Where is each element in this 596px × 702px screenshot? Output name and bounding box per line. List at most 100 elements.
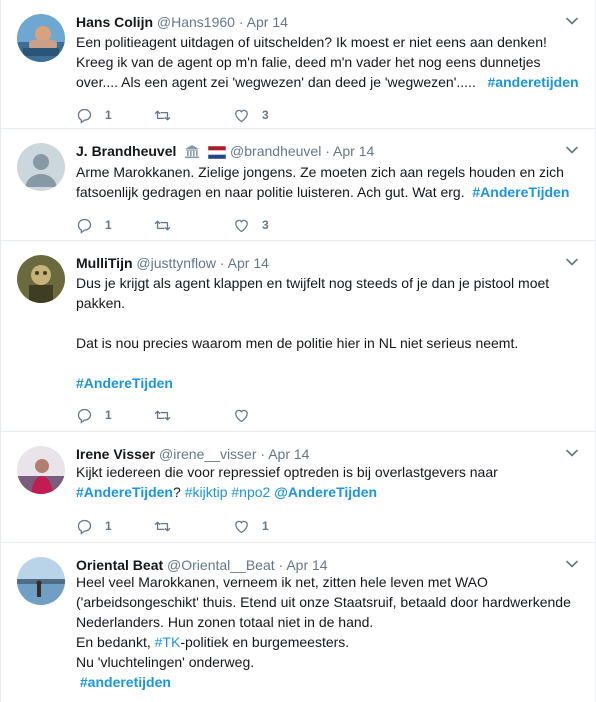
tweet-actions: 1 3 xyxy=(76,215,376,235)
like-count: 1 xyxy=(262,519,269,533)
user-handle[interactable]: @Oriental__Beat xyxy=(167,557,275,573)
user-handle[interactable]: @justtynflow xyxy=(136,255,216,271)
hashtag-link[interactable]: #AndereTijden xyxy=(76,484,173,500)
tweet-line: over.... Als een agent zei 'wegwezen' da… xyxy=(76,72,581,92)
tweet-line: Heel veel Marokkanen, verneem ik net, zi… xyxy=(76,574,488,590)
retweet-button[interactable] xyxy=(154,405,183,425)
tweet-line: Dus je krijgt als agent klappen en twijf… xyxy=(76,275,550,291)
tweet-text: Een politieagent uitdagen of uitschelden… xyxy=(76,32,581,92)
reply-icon xyxy=(77,108,92,124)
reply-count: 1 xyxy=(105,108,112,122)
like-button[interactable] xyxy=(233,405,262,425)
retweet-icon xyxy=(154,410,171,420)
avatar[interactable] xyxy=(17,14,65,62)
tweet-text: Arme Marokkanen. Zielige jongens. Ze moe… xyxy=(76,162,581,202)
tweet-line: #AndereTijden xyxy=(76,373,581,393)
hashtag-link[interactable]: #AndereTijden xyxy=(76,375,173,391)
tweet-line: Arme Marokkanen. Zielige jongens. Ze moe… xyxy=(76,164,564,180)
user-handle[interactable]: @Hans1960 xyxy=(157,14,235,30)
retweet-button[interactable] xyxy=(154,215,183,235)
avatar[interactable] xyxy=(17,255,65,303)
display-name[interactable]: MulliTijn xyxy=(76,255,133,271)
like-button[interactable]: 3 xyxy=(233,215,269,235)
tweet-line: ('arbeidsongeschikt' thuis. Etend uit on… xyxy=(76,594,571,610)
chevron-down-icon[interactable] xyxy=(565,255,579,269)
avatar[interactable] xyxy=(17,143,65,191)
separator: · xyxy=(260,446,266,462)
hashtag-link[interactable]: #TK xyxy=(155,634,181,650)
tweet-line: Dat is nou precies waarom men de politie… xyxy=(76,335,519,351)
like-icon xyxy=(235,409,248,422)
retweet-button[interactable] xyxy=(154,105,183,125)
tweet-line-text: fatsoenlijk gedragen en naar politie lui… xyxy=(76,184,465,200)
user-handle[interactable]: @irene__visser xyxy=(159,446,256,462)
tweet-date[interactable]: Apr 14 xyxy=(268,446,309,462)
chevron-down-icon[interactable] xyxy=(565,446,579,460)
tweet-line: Een politieagent uitdagen of uitschelden… xyxy=(76,34,547,50)
reply-icon xyxy=(77,408,92,424)
like-button[interactable]: 3 xyxy=(233,105,269,125)
reply-button[interactable]: 1 xyxy=(76,405,112,425)
reply-button[interactable]: 1 xyxy=(76,105,112,125)
hashtag-link[interactable]: #npo2 xyxy=(231,484,270,500)
tweet-oriental-beat[interactable]: Oriental Beat @Oriental__Beat · Apr 14 H… xyxy=(1,543,595,702)
hashtag-link[interactable]: #anderetijden xyxy=(80,674,171,690)
tweet-text: Kijkt iedereen die voor repressief optre… xyxy=(76,462,581,502)
tweet-line: fatsoenlijk gedragen en naar politie lui… xyxy=(76,182,581,202)
tweet-date[interactable]: Apr 14 xyxy=(228,255,269,271)
tweet-date[interactable]: Apr 14 xyxy=(247,14,288,30)
tweet-actions: 1 1 xyxy=(76,516,376,536)
like-button[interactable]: 1 xyxy=(233,516,269,536)
tweet-line-text: over.... Als een agent zei 'wegwezen' da… xyxy=(76,74,476,90)
tweet-actions: 1 xyxy=(76,405,376,425)
retweet-icon xyxy=(154,220,171,230)
retweet-button[interactable] xyxy=(154,516,183,536)
chevron-down-icon[interactable] xyxy=(565,143,579,157)
tweet-line: Kreeg ik van de agent op m'n falie, deed… xyxy=(76,54,541,70)
tweet-line: En bedankt, #TK-politiek en burgemeester… xyxy=(76,632,581,652)
chevron-down-icon[interactable] xyxy=(565,557,579,571)
user-handle[interactable]: @brandheuvel xyxy=(230,143,321,159)
reply-count: 1 xyxy=(105,408,112,422)
tweet-text: Dus je krijgt als agent klappen en twijf… xyxy=(76,273,581,393)
question-mark: ? xyxy=(173,484,181,500)
tweet-line: pakken. xyxy=(76,295,126,311)
reply-icon xyxy=(77,218,92,234)
tweet-line: #AndereTijden? #kijktip #npo2 @AndereTij… xyxy=(76,482,581,502)
like-icon xyxy=(235,109,248,122)
reply-count: 1 xyxy=(105,519,112,533)
separator: · xyxy=(278,557,284,573)
reply-button[interactable]: 1 xyxy=(76,215,112,235)
tweet-line: Kijkt iedereen die voor repressief optre… xyxy=(76,464,498,480)
classical-building-emoji xyxy=(185,145,200,159)
tweet-mullitijn[interactable]: MulliTijn @justtynflow · Apr 14 Dus je k… xyxy=(1,241,595,432)
tweet-irene-visser[interactable]: Irene Visser @irene__visser · Apr 14 Kij… xyxy=(1,432,595,543)
tweet-line: Nu 'vluchtelingen' onderweg. xyxy=(76,654,255,670)
chevron-down-icon[interactable] xyxy=(565,14,579,28)
mention-link[interactable]: @AndereTijden xyxy=(274,484,377,500)
tweet-line: #anderetijden xyxy=(76,672,581,692)
tweet-hans-colijn[interactable]: Hans Colijn @Hans1960 · Apr 14 Een polit… xyxy=(1,0,595,129)
display-name[interactable]: Oriental Beat xyxy=(76,557,163,573)
like-icon xyxy=(235,520,248,533)
display-name[interactable]: Hans Colijn xyxy=(76,14,153,30)
reply-count: 1 xyxy=(105,218,112,232)
retweet-icon xyxy=(154,110,171,120)
hashtag-link[interactable]: #anderetijden xyxy=(488,74,579,90)
hashtag-link[interactable]: #kijktip xyxy=(185,484,228,500)
tweet-date[interactable]: Apr 14 xyxy=(286,557,327,573)
tweet-line: Nederlanders. Hun zonen totaal niet in d… xyxy=(76,614,374,630)
separator: · xyxy=(325,143,330,159)
tweet-line-text: -politiek en burgemeesters. xyxy=(180,634,350,650)
avatar[interactable] xyxy=(17,557,65,605)
tweet-date[interactable]: Apr 14 xyxy=(333,143,374,159)
display-name[interactable]: Irene Visser xyxy=(76,446,155,462)
avatar[interactable] xyxy=(17,446,65,494)
tweet-actions: 1 3 xyxy=(76,105,376,125)
reply-icon xyxy=(77,519,92,535)
like-count: 3 xyxy=(262,108,269,122)
reply-button[interactable]: 1 xyxy=(76,516,112,536)
hashtag-link[interactable]: #AndereTijden xyxy=(472,184,569,200)
tweet-j-brandheuvel[interactable]: J. Brandheuvel @brandheuvel · Apr 14 Arm… xyxy=(1,129,595,241)
display-name[interactable]: J. Brandheuvel xyxy=(76,143,176,159)
